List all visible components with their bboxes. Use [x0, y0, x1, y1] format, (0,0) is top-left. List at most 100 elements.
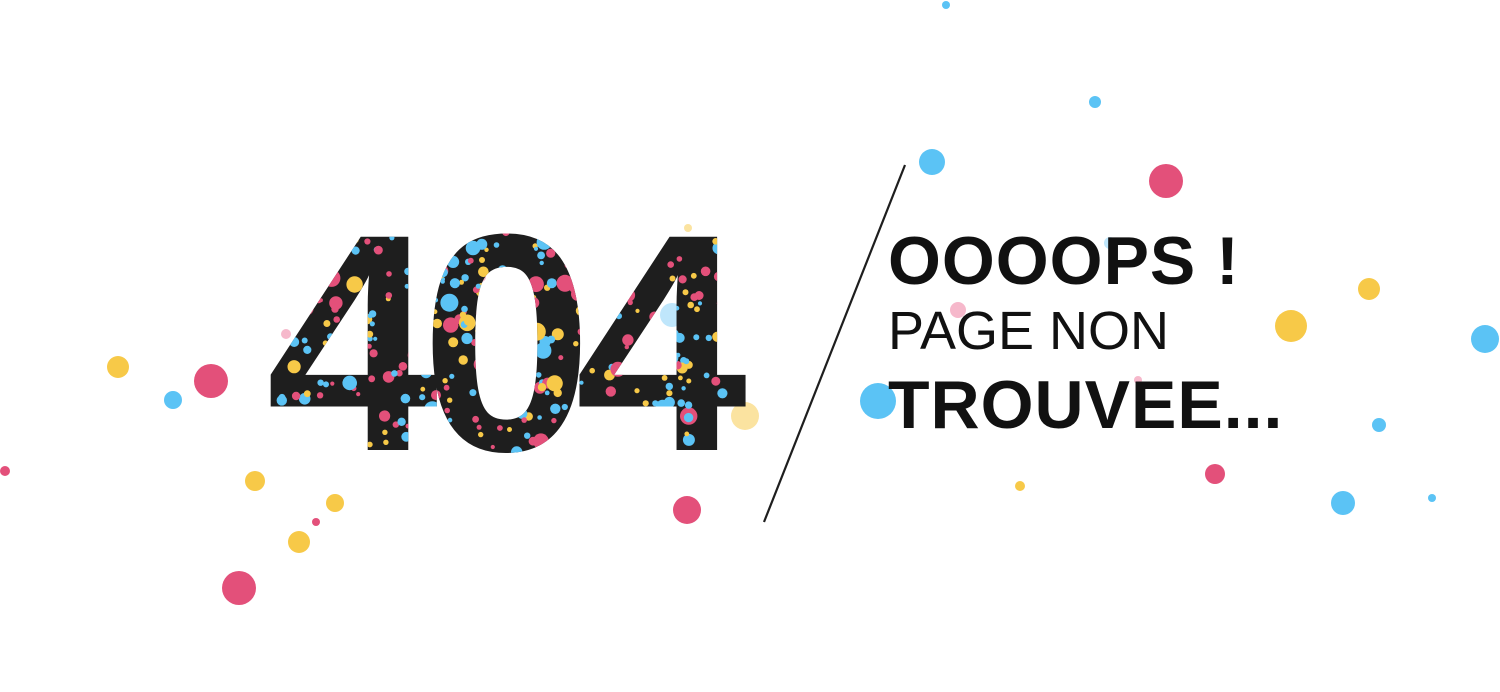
digit-confetti-dot [556, 274, 574, 292]
digit-confetti-dot [505, 213, 516, 223]
digit-confetti-dot [835, 265, 844, 274]
digit-confetti-dot [678, 275, 687, 284]
digit-confetti-dot [656, 228, 661, 233]
digit-confetti-dot [382, 429, 388, 435]
digit-confetti-dot [667, 261, 674, 268]
digit-confetti-dot [627, 246, 635, 254]
confetti-dot [288, 531, 310, 553]
digit-confetti-dot [741, 444, 750, 458]
digit-confetti-dot [316, 364, 321, 369]
digit-confetti-dot [789, 313, 799, 323]
digit-confetti-dot [507, 427, 512, 432]
digit-confetti-dot [415, 343, 421, 349]
digit-confetti-dot [364, 238, 371, 245]
digit-confetti-dot [819, 328, 826, 335]
confetti-dot [1149, 164, 1183, 198]
digit-confetti-dot [807, 425, 812, 430]
digit-confetti-dot [703, 372, 710, 379]
digit-confetti-dot [665, 382, 673, 391]
digit-confetti-dot [683, 412, 694, 423]
digit-confetti-dot [839, 298, 843, 302]
digit-confetti-dot [771, 369, 778, 376]
digit-confetti-dot [740, 289, 750, 298]
digit-confetti-dot [459, 311, 467, 319]
digit-confetti-dot [685, 438, 690, 443]
digit-confetti-dot [711, 376, 721, 386]
digit-confetti-dot [637, 217, 655, 235]
digit-confetti-dot [422, 361, 427, 367]
digit-confetti-dot [839, 426, 844, 431]
digit-confetti-dot [635, 425, 644, 434]
digit-confetti-dot [692, 212, 709, 230]
digit-confetti-dot [511, 446, 523, 458]
digit-confetti-dot [605, 386, 616, 397]
confetti-dot [1372, 418, 1386, 432]
digit-confetti-dot [812, 338, 829, 355]
digit-confetti-dot [712, 229, 718, 234]
digit-confetti-dot [627, 226, 632, 231]
digit-confetti-dot [309, 213, 316, 220]
digit-confetti-dot [297, 429, 312, 444]
confetti-dot [1205, 464, 1225, 484]
digit-confetti-dot [615, 313, 623, 320]
digit-confetti-dot [682, 222, 688, 228]
digit-confetti-dot [734, 245, 740, 251]
digit-confetti-dot [812, 381, 816, 385]
error-404-illustration: 404 404 [0, 1, 1499, 605]
digit-confetti-dot [535, 372, 542, 378]
digit-confetti-dot [329, 296, 343, 310]
digit-confetti-dot [786, 335, 798, 347]
digit-confetti-dot [458, 222, 465, 229]
digit-confetti-dot [639, 407, 655, 423]
digit-confetti-dot [273, 332, 282, 341]
digit-confetti-dot [289, 337, 300, 347]
digit-confetti-dot [333, 316, 341, 323]
digit-confetti-dot [423, 273, 431, 280]
digit-confetti-dot [794, 354, 799, 359]
digit-confetti-dot [447, 397, 453, 403]
digit-confetti-dot [499, 359, 506, 367]
digit-confetti-dot [763, 313, 772, 322]
digit-confetti-dot [546, 375, 563, 392]
digit-confetti-dot [360, 440, 368, 447]
digit-confetti-dot [827, 423, 832, 428]
digit-confetti-dot [551, 417, 557, 424]
digit-confetti-dot [546, 278, 557, 289]
digit-confetti-dot [810, 218, 826, 234]
digit-confetti-dot [666, 390, 673, 397]
digit-confetti-dot [319, 264, 330, 275]
digit-confetti-dot [386, 271, 392, 277]
digit-confetti-dot [772, 414, 777, 419]
digit-confetti-dot [768, 329, 772, 333]
digit-confetti-dot [646, 447, 654, 455]
digit-confetti-dot [329, 231, 337, 239]
digit-confetti-dot [553, 388, 562, 398]
digit-confetti-dot [333, 212, 348, 227]
digit-confetti-dot [687, 301, 694, 309]
digit-confetti-dot [516, 350, 532, 366]
digit-confetti-dot [810, 414, 824, 428]
digit-confetti-dot [694, 306, 700, 313]
digit-confetti-dot [712, 238, 719, 245]
digit-confetti-dot [720, 292, 725, 297]
digit-confetti-dot [430, 231, 443, 244]
digit-confetti-dot [469, 389, 477, 397]
divider-slash [762, 164, 907, 523]
digit-confetti-dot [475, 328, 480, 334]
digit-confetti-dot [308, 286, 314, 292]
digit-confetti-dot [592, 216, 599, 223]
digit-confetti-dot [735, 305, 742, 313]
digit-confetti-dot [409, 283, 415, 289]
digit-confetti-dot [440, 293, 459, 312]
digit-confetti-dot [356, 392, 361, 397]
digit-confetti-dot [829, 308, 844, 323]
digit-confetti-dot [469, 447, 481, 460]
digit-confetti-dot [835, 267, 841, 273]
digit-confetti-dot [535, 342, 552, 359]
digit-confetti-dot [623, 426, 629, 432]
digit-confetti-dot [458, 355, 468, 365]
digit-confetti-dot [676, 229, 681, 234]
digit-confetti-dot [433, 297, 439, 303]
digit-confetti-dot [551, 220, 556, 225]
confetti-dot [1089, 96, 1101, 108]
